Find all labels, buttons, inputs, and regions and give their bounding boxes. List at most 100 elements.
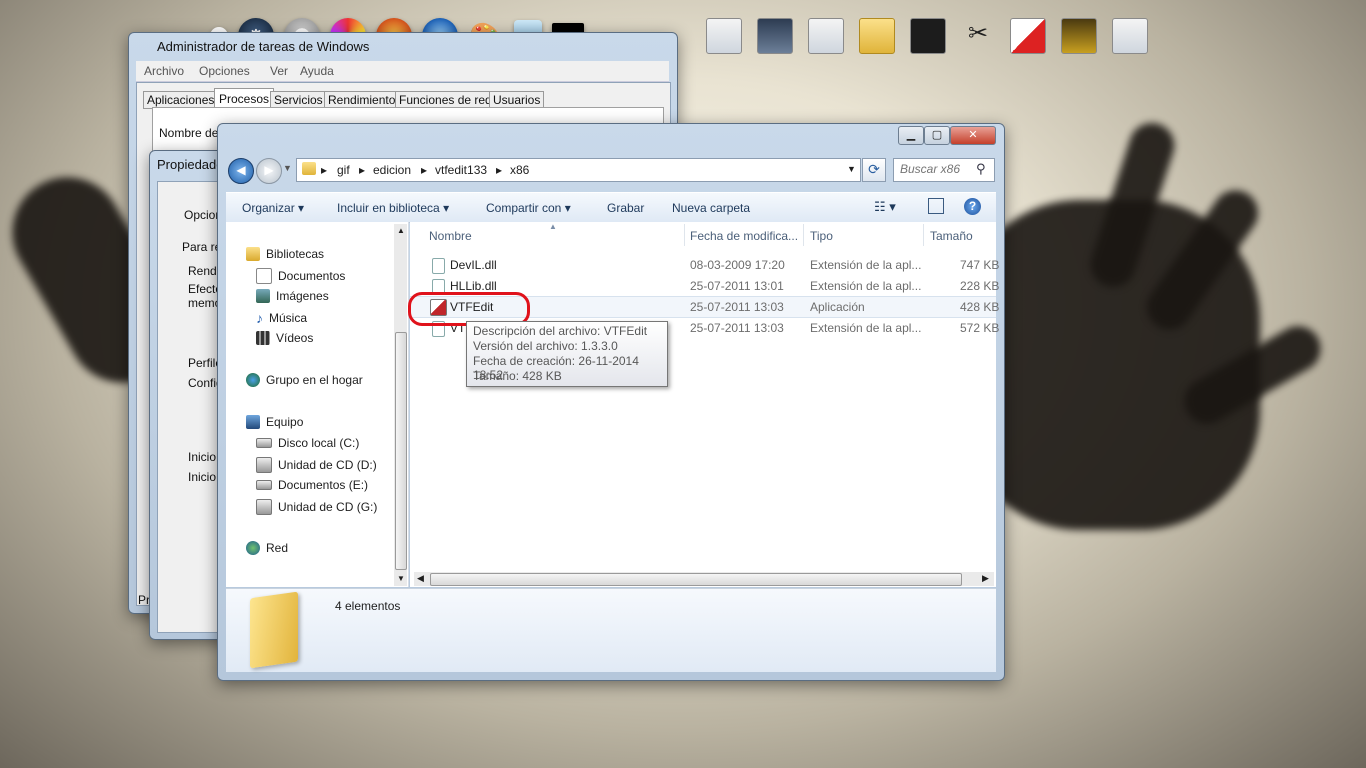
address-dropdown-icon[interactable]: ▼ xyxy=(847,164,856,174)
breadcrumb-gif[interactable]: gif xyxy=(337,163,350,177)
menu-opciones[interactable]: Opciones xyxy=(199,64,250,78)
tab-procesos[interactable]: Procesos xyxy=(214,88,275,109)
cd-drive-icon xyxy=(256,457,272,473)
network-icon xyxy=(246,541,260,555)
nav-red[interactable]: Red xyxy=(246,541,288,555)
maximize-button[interactable]: ▢ xyxy=(924,126,950,145)
menu-ayuda[interactable]: Ayuda xyxy=(300,64,334,78)
file-tooltip: Descripción del archivo: VTFEdit Versión… xyxy=(466,321,668,387)
cmd-thumb[interactable] xyxy=(910,18,946,54)
nav-equipo[interactable]: Equipo xyxy=(246,415,303,429)
nav-scrollbar[interactable]: ▲ ▼ xyxy=(394,224,407,586)
folder-large-icon xyxy=(250,591,298,669)
breadcrumb-separator-icon[interactable]: ▸ xyxy=(359,163,365,177)
image-thumb[interactable] xyxy=(1010,18,1046,54)
nav-disco-local-c[interactable]: Disco local (C:) xyxy=(256,436,359,450)
scissors-thumb[interactable]: ✂ xyxy=(961,19,995,53)
file-date: 25-07-2011 13:01 xyxy=(690,279,784,293)
document-icon xyxy=(256,268,272,284)
breadcrumb-edicion[interactable]: edicion xyxy=(373,163,411,177)
include-in-library-button[interactable]: Incluir en biblioteca ▾ xyxy=(337,201,449,215)
menu-archivo[interactable]: Archivo xyxy=(144,64,184,78)
breadcrumb-separator-icon[interactable]: ▸ xyxy=(421,163,427,177)
preview-pane-icon[interactable] xyxy=(928,198,944,214)
breadcrumb-separator-icon[interactable]: ▸ xyxy=(321,163,327,177)
video-icon xyxy=(256,331,270,345)
navigation-pane: Bibliotecas Documentos Imágenes ♪ Música … xyxy=(226,222,409,587)
scroll-up-icon[interactable]: ▲ xyxy=(397,226,405,235)
dll-icon xyxy=(432,258,445,274)
view-options-icon[interactable]: ☷ ▾ xyxy=(874,199,896,215)
nav-unidad-cd-g[interactable]: Unidad de CD (G:) xyxy=(256,499,377,515)
menu-ver[interactable]: Ver xyxy=(270,64,288,78)
properties-text-8: Inicio xyxy=(188,470,217,484)
properties-text-1: Para re xyxy=(182,240,222,254)
refresh-button[interactable]: ⟳ xyxy=(862,158,886,182)
column-separator[interactable] xyxy=(684,224,685,246)
scroll-down-icon[interactable]: ▼ xyxy=(397,574,405,583)
share-with-button[interactable]: Compartir con ▾ xyxy=(486,201,571,215)
new-folder-button[interactable]: Nueva carpeta xyxy=(672,201,750,215)
window-thumb-4[interactable] xyxy=(1112,18,1148,54)
column-separator[interactable] xyxy=(803,224,804,246)
file-type: Extensión de la apl... xyxy=(810,321,922,335)
dock-right: ✂ xyxy=(706,14,1148,58)
back-button[interactable]: ◀ xyxy=(228,158,254,184)
file-row[interactable]: DevIL.dll 08-03-2009 17:20 Extensión de … xyxy=(410,255,1000,275)
file-size: 747 KB xyxy=(960,258,1000,272)
nav-musica[interactable]: ♪ Música xyxy=(256,310,307,326)
column-tamano[interactable]: Tamaño xyxy=(930,229,973,243)
folder-thumb[interactable] xyxy=(859,18,895,54)
nav-unidad-cd-d[interactable]: Unidad de CD (D:) xyxy=(256,457,377,473)
tooltip-size: Tamaño: 428 KB xyxy=(473,369,562,383)
recent-pages-chevron-icon[interactable]: ▼ xyxy=(283,163,292,173)
nav-imagenes[interactable]: Imágenes xyxy=(256,289,329,303)
file-type: Extensión de la apl... xyxy=(810,258,922,272)
column-fecha[interactable]: Fecha de modifica... xyxy=(690,229,798,243)
game-thumb[interactable] xyxy=(1061,18,1097,54)
window-thumb-2[interactable] xyxy=(757,18,793,54)
scroll-right-icon[interactable]: ▶ xyxy=(982,573,989,584)
search-icon[interactable]: ⚲ xyxy=(976,161,986,177)
task-manager-title: Administrador de tareas de Windows xyxy=(157,39,370,54)
scroll-left-icon[interactable]: ◀ xyxy=(417,573,424,584)
nav-bibliotecas[interactable]: Bibliotecas xyxy=(246,247,324,261)
search-input[interactable] xyxy=(898,161,974,177)
file-date: 25-07-2011 13:03 xyxy=(690,321,784,335)
window-thumb-3[interactable] xyxy=(808,18,844,54)
address-bar[interactable]: ▸ gif ▸ edicion ▸ vtfedit133 ▸ x86 ▼ xyxy=(296,158,861,182)
nav-scroll-thumb[interactable] xyxy=(395,332,407,570)
file-type: Extensión de la apl... xyxy=(810,279,922,293)
help-icon[interactable]: ? xyxy=(964,198,981,215)
column-nombre[interactable]: Nombre xyxy=(429,229,472,243)
file-date: 08-03-2009 17:20 xyxy=(690,258,785,272)
breadcrumb-separator-icon[interactable]: ▸ xyxy=(496,163,502,177)
search-box[interactable]: ⚲ xyxy=(893,158,995,182)
file-name: HLLib.dll xyxy=(450,279,497,293)
close-button[interactable]: ✕ xyxy=(950,126,996,145)
nav-videos[interactable]: Vídeos xyxy=(256,331,313,345)
nav-documentos[interactable]: Documentos xyxy=(256,268,345,284)
organize-button[interactable]: Organizar ▾ xyxy=(242,201,304,215)
nav-grupo-en-el-hogar[interactable]: Grupo en el hogar xyxy=(246,373,363,387)
breadcrumb-vtfedit133[interactable]: vtfedit133 xyxy=(435,163,487,177)
column-tipo[interactable]: Tipo xyxy=(810,229,833,243)
nav-documentos-e[interactable]: Documentos (E:) xyxy=(256,478,368,492)
file-date: 25-07-2011 13:03 xyxy=(690,300,784,314)
sort-ascending-icon: ▲ xyxy=(549,222,557,231)
file-name: DevIL.dll xyxy=(450,258,497,272)
horizontal-scroll-thumb[interactable] xyxy=(430,573,962,586)
minimize-button[interactable]: ▁ xyxy=(898,126,924,145)
task-manager-menu: Archivo Opciones Ver Ayuda xyxy=(136,61,669,82)
column-separator[interactable] xyxy=(923,224,924,246)
forward-button[interactable]: ▶ xyxy=(256,158,282,184)
process-column-header[interactable]: Nombre de xyxy=(159,126,218,140)
breadcrumb-x86[interactable]: x86 xyxy=(510,163,529,177)
window-thumb-1[interactable] xyxy=(706,18,742,54)
properties-title: Propiedade xyxy=(157,157,224,172)
burn-button[interactable]: Grabar xyxy=(607,201,644,215)
horizontal-scrollbar[interactable]: ◀ ▶ xyxy=(414,572,994,586)
file-list: Nombre ▲ Fecha de modifica... Tipo Tamañ… xyxy=(410,222,1000,587)
tooltip-description: Descripción del archivo: VTFEdit xyxy=(473,324,648,338)
drive-icon xyxy=(256,438,272,448)
